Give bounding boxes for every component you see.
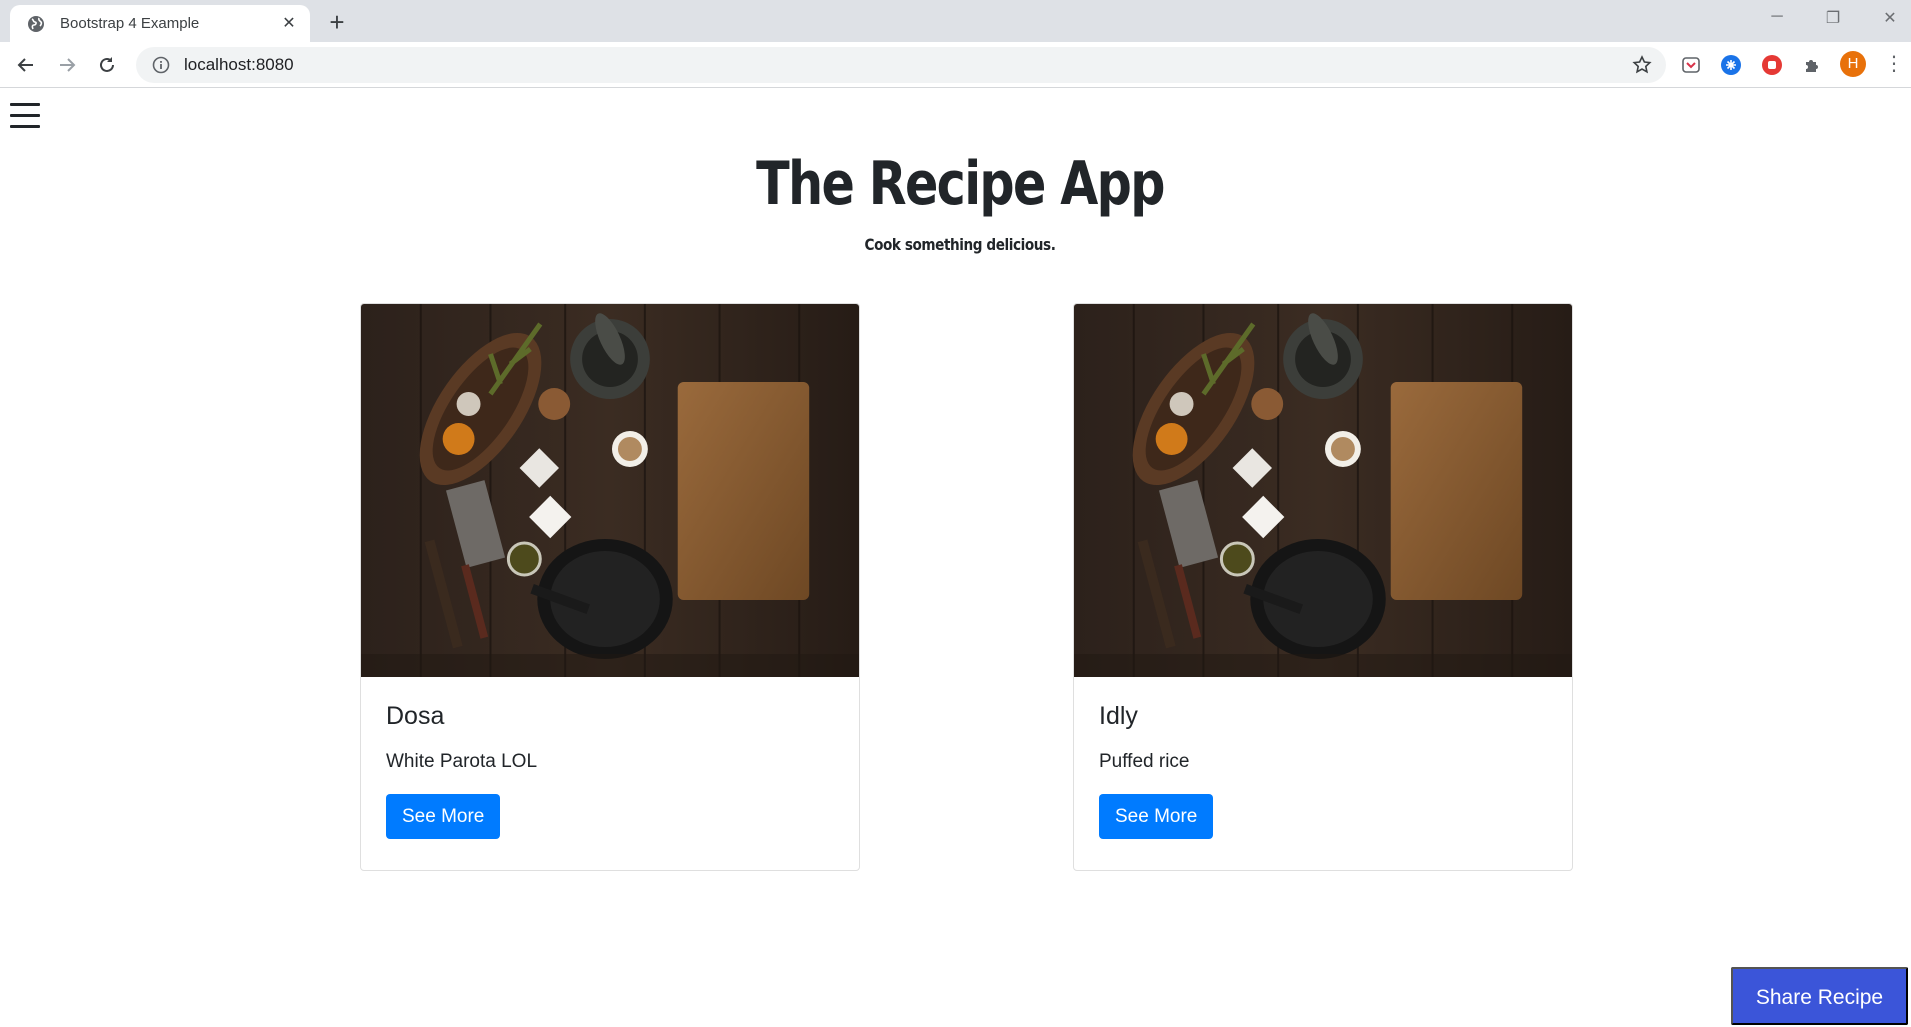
tab-title: Bootstrap 4 Example [60, 15, 200, 32]
url-text: localhost:8080 [184, 55, 294, 74]
new-tab-icon[interactable]: + [324, 9, 350, 36]
card-text: Puffed rice [1099, 751, 1190, 772]
browser-tab[interactable]: Bootstrap 4 Example ✕ [10, 5, 310, 42]
card-text: White Parota LOL [386, 751, 538, 772]
browser-menu-icon[interactable]: ⋮ [1884, 52, 1904, 76]
browser-toolbar: localhost:8080 [0, 42, 1911, 88]
share-recipe-button[interactable]: Share Recipe [1731, 967, 1908, 1025]
extensions-puzzle-icon[interactable] [1800, 53, 1824, 77]
see-more-button[interactable]: See More [386, 794, 501, 839]
forward-icon[interactable] [53, 51, 81, 79]
globe-icon [28, 15, 44, 32]
recipe-image [361, 304, 859, 677]
close-tab-icon[interactable]: ✕ [280, 15, 298, 33]
address-bar[interactable]: localhost:8080 [136, 47, 1666, 83]
info-icon[interactable] [152, 56, 170, 74]
card-body: Dosa White Parota LOL See More [361, 677, 859, 863]
recipe-image [1074, 304, 1572, 677]
reload-icon[interactable] [93, 51, 121, 79]
minimize-icon[interactable]: ─ [1765, 8, 1789, 30]
profile-avatar[interactable]: H [1840, 51, 1866, 77]
recipe-card: Dosa White Parota LOL See More [360, 303, 860, 871]
card-title: Idly [1099, 702, 1138, 730]
card-body: Idly Puffed rice See More [1074, 677, 1572, 863]
pocket-extension-icon[interactable] [1679, 53, 1703, 77]
extension-blue-icon[interactable] [1719, 53, 1743, 77]
browser-tab-bar: Bootstrap 4 Example ✕ + ─ ❐ ✕ [0, 0, 1911, 42]
recipe-card: Idly Puffed rice See More [1073, 303, 1573, 871]
page-content: The Recipe App Cook something delicious. [0, 89, 1911, 1025]
window-close-icon[interactable]: ✕ [1878, 8, 1902, 30]
hamburger-menu-icon[interactable] [10, 103, 40, 131]
back-icon[interactable] [12, 51, 40, 79]
card-title: Dosa [386, 702, 445, 730]
bookmark-star-icon[interactable] [1632, 55, 1652, 75]
page-title: The Recipe App [756, 149, 1165, 219]
page-subtitle: Cook something delicious. [864, 235, 1056, 254]
extension-red-icon[interactable] [1760, 53, 1784, 77]
restore-icon[interactable]: ❐ [1821, 8, 1845, 30]
see-more-button[interactable]: See More [1099, 794, 1214, 839]
